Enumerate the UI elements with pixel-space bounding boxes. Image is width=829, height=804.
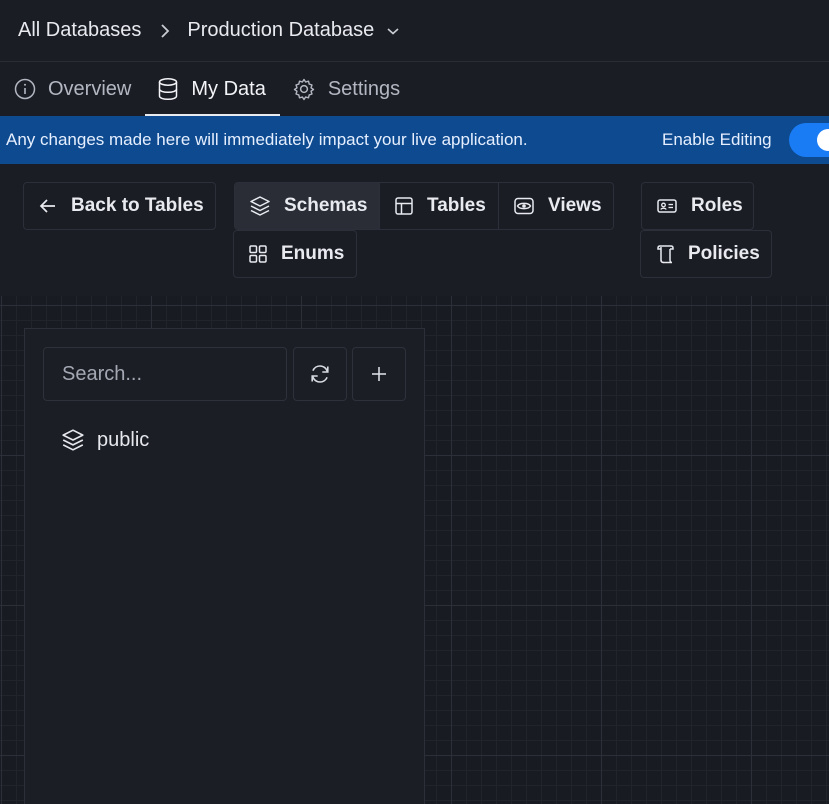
- add-schema-button[interactable]: [352, 347, 406, 401]
- layers-icon: [249, 195, 271, 217]
- segment-schemas[interactable]: Schemas: [235, 183, 380, 229]
- live-warning-banner: Any changes made here will immediately i…: [0, 116, 829, 164]
- scroll-icon: [655, 243, 675, 265]
- refresh-button[interactable]: [293, 347, 347, 401]
- policies-label: Policies: [688, 243, 760, 264]
- schema-item-label: public: [97, 428, 150, 451]
- tab-my-data[interactable]: My Data: [145, 62, 281, 116]
- enable-editing-label: Enable Editing: [662, 130, 772, 149]
- tab-overview-label: Overview: [48, 77, 132, 100]
- info-icon: [14, 78, 36, 100]
- segment-views[interactable]: Views: [499, 183, 613, 229]
- top-bar: All Databases Production Database: [0, 0, 829, 62]
- id-card-icon: [656, 197, 678, 215]
- segment-schemas-label: Schemas: [284, 195, 368, 216]
- database-icon: [157, 77, 179, 101]
- schema-search-input[interactable]: [43, 347, 287, 401]
- segment-tables[interactable]: Tables: [380, 183, 499, 229]
- segment-tables-label: Tables: [427, 195, 486, 216]
- refresh-icon: [311, 365, 329, 383]
- tab-settings-label: Settings: [327, 77, 401, 100]
- main-tabs: Overview My Data Settings: [0, 62, 829, 116]
- breadcrumb-separator: [159, 22, 171, 40]
- plus-icon: [372, 367, 386, 381]
- layers-icon: [62, 429, 84, 451]
- tab-settings[interactable]: Settings: [280, 62, 414, 116]
- breadcrumb-root[interactable]: All Databases: [18, 19, 141, 42]
- chevron-down-icon: [387, 27, 399, 35]
- chevron-right-icon: [161, 23, 170, 38]
- back-to-tables-label: Back to Tables: [71, 195, 204, 216]
- breadcrumb-current: Production Database: [187, 19, 375, 41]
- schema-panel: public: [24, 328, 425, 804]
- gear-icon: [292, 77, 316, 101]
- enums-label: Enums: [281, 243, 345, 264]
- enable-editing-control: Enable Editing: [662, 116, 829, 164]
- segment-views-label: Views: [548, 195, 602, 216]
- view-mode-segmented-control: Schemas Tables Views: [234, 182, 614, 230]
- back-to-tables-button[interactable]: Back to Tables: [23, 182, 216, 230]
- grid-icon: [248, 244, 268, 264]
- roles-button[interactable]: Roles: [641, 182, 754, 230]
- banner-message: Any changes made here will immediately i…: [6, 130, 528, 149]
- database-selector[interactable]: Production Database: [187, 19, 400, 42]
- table-icon: [394, 196, 414, 216]
- tab-my-data-label: My Data: [191, 77, 266, 100]
- enable-editing-toggle[interactable]: [789, 123, 829, 157]
- roles-label: Roles: [691, 195, 743, 216]
- policies-button[interactable]: Policies: [640, 230, 772, 278]
- toolbar: Back to Tables Schemas Tables Views Role…: [0, 164, 829, 296]
- tab-overview[interactable]: Overview: [14, 62, 145, 116]
- schema-item-public[interactable]: public: [61, 425, 149, 455]
- enums-button[interactable]: Enums: [233, 230, 357, 278]
- eye-icon: [513, 196, 535, 216]
- arrow-left-icon: [38, 197, 58, 215]
- toggle-knob: [817, 129, 829, 151]
